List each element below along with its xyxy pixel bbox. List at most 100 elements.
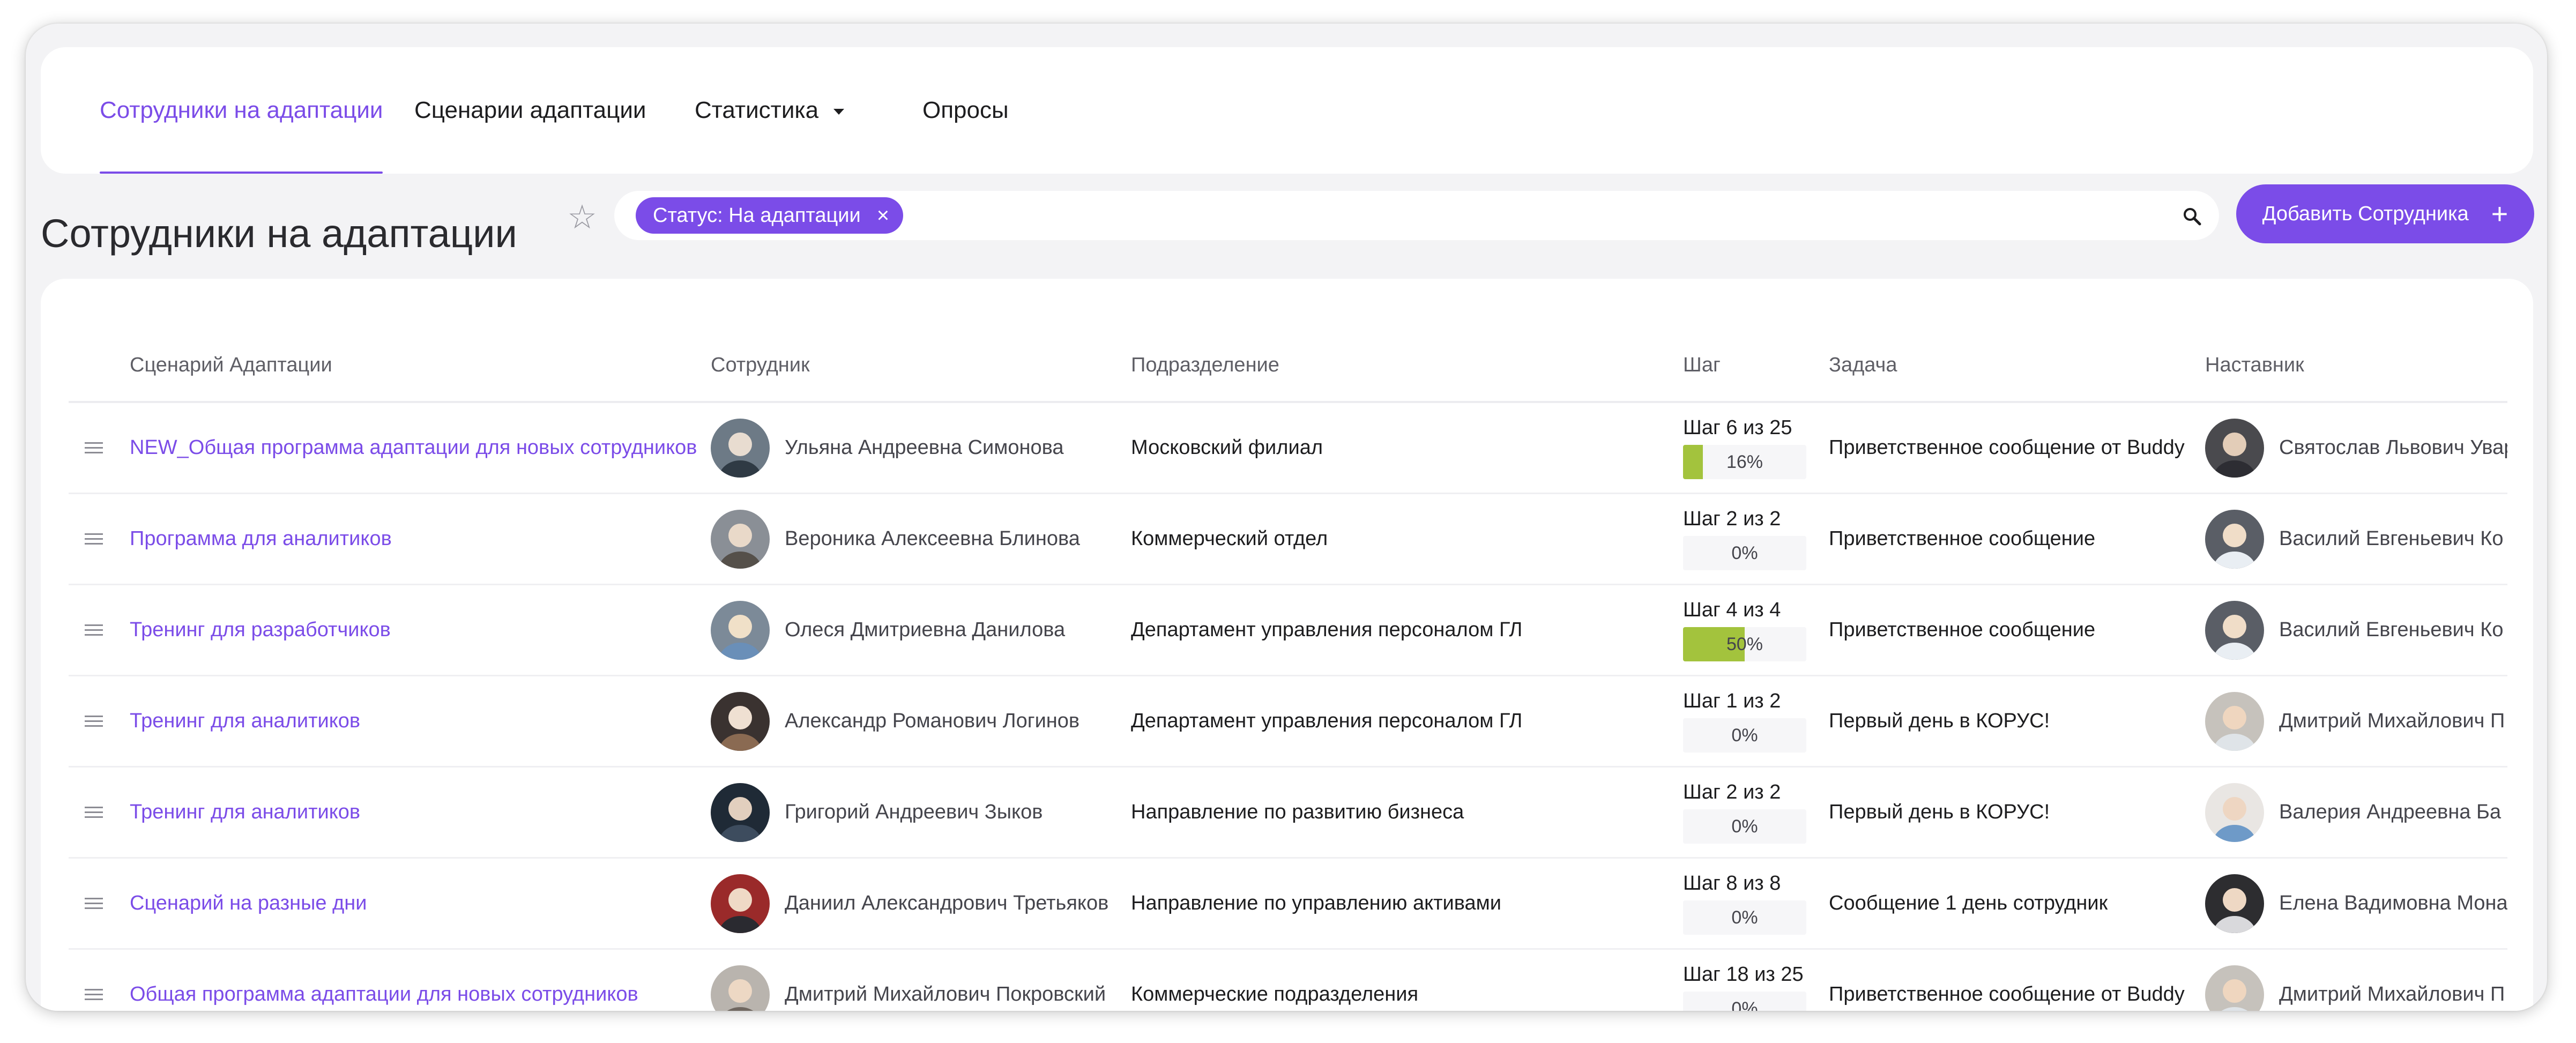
employee-name: Вероника Алексеевна Блинова: [785, 527, 1080, 550]
column-header-employee[interactable]: Сотрудник: [711, 354, 810, 377]
mentor-name: Василий Евгеньевич Ко: [2279, 619, 2504, 641]
avatar: [711, 600, 770, 660]
scenario-link[interactable]: Сценарий на разные дни: [130, 859, 367, 948]
avatar: [711, 418, 770, 478]
progress-percent: 0%: [1731, 816, 1758, 837]
department-cell: Департамент управления персоналом ГЛ: [1131, 619, 1523, 641]
column-header-task[interactable]: Задача: [1829, 354, 1897, 377]
employee-cell[interactable]: Вероника Алексеевна Блинова: [711, 494, 1080, 584]
department-cell: Направление по развитию бизнеса: [1131, 801, 1464, 823]
task-cell: Приветственное сообщение от Buddy: [1829, 436, 2185, 459]
employee-cell[interactable]: Ульяна Андреевна Симонова: [711, 403, 1064, 493]
table-row[interactable]: Тренинг для аналитиков Александр Романови…: [69, 676, 2507, 768]
column-header-department[interactable]: Подразделение: [1131, 354, 1279, 377]
tab-adaptation-scenarios[interactable]: Сценарии адаптации: [414, 47, 646, 174]
add-employee-button[interactable]: Добавить Сотрудника +: [2236, 184, 2534, 243]
scenario-link[interactable]: NEW_Общая программа адаптации для новых …: [130, 403, 697, 493]
progress-bar: 16%: [1683, 445, 1806, 479]
close-icon[interactable]: ×: [877, 204, 889, 228]
progress-bar: 0%: [1683, 809, 1806, 844]
scenario-link[interactable]: Общая программа адаптации для новых сотр…: [130, 950, 638, 1011]
department-cell: Направление по управлению активами: [1131, 892, 1502, 914]
step-cell: Шаг 2 из 2 0%: [1683, 768, 1806, 857]
employee-cell[interactable]: Даниил Александрович Третьяков: [711, 859, 1108, 948]
employee-cell[interactable]: Александр Романович Логинов: [711, 676, 1079, 766]
task-cell: Сообщение 1 день сотрудник: [1829, 892, 2108, 914]
table-row[interactable]: NEW_Общая программа адаптации для новых …: [69, 403, 2507, 494]
avatar: [711, 509, 770, 569]
mentor-cell[interactable]: Василий Евгеньевич Ко: [2205, 494, 2507, 584]
drag-handle-icon[interactable]: [85, 768, 104, 857]
search-bar: Статус: На адаптации ×: [614, 191, 2219, 240]
mentor-cell[interactable]: Дмитрий Михайлович П: [2205, 950, 2507, 1011]
tab-surveys[interactable]: Опросы: [922, 47, 1009, 174]
progress-bar: 0%: [1683, 900, 1806, 935]
mentor-name: Василий Евгеньевич Ко: [2279, 527, 2504, 550]
tab-statistics[interactable]: Статистика: [695, 47, 845, 174]
tab-employees-on-adaptation[interactable]: Сотрудники на адаптации: [100, 47, 383, 174]
drag-handle-icon[interactable]: [85, 585, 104, 675]
mentor-cell[interactable]: Елена Вадимовна Мона: [2205, 859, 2507, 948]
task-cell: Первый день в КОРУС!: [1829, 710, 2050, 732]
step-cell: Шаг 18 из 25 0%: [1683, 950, 1806, 1011]
employee-name: Олеся Дмитриевна Данилова: [785, 619, 1066, 641]
app-window: Сотрудники на адаптации Сценарии адаптац…: [26, 24, 2547, 1011]
mentor-cell[interactable]: Василий Евгеньевич Ко: [2205, 585, 2507, 675]
table-row[interactable]: Сценарий на разные дни Даниил Александров…: [69, 859, 2507, 950]
mentor-name: Святослав Львович Уваров: [2279, 436, 2507, 459]
employee-cell[interactable]: Олеся Дмитриевна Данилова: [711, 585, 1065, 675]
scenario-link[interactable]: Тренинг для аналитиков: [130, 768, 360, 857]
star-icon[interactable]: ☆: [561, 195, 604, 238]
employee-cell[interactable]: Григорий Андреевич Зыков: [711, 768, 1043, 857]
mentor-cell[interactable]: Валерия Андреевна Ба: [2205, 768, 2507, 857]
table-row[interactable]: Общая программа адаптации для новых сотр…: [69, 950, 2507, 1011]
avatar: [711, 874, 770, 933]
column-header-step[interactable]: Шаг: [1683, 354, 1721, 377]
column-header-mentor[interactable]: Наставник: [2205, 354, 2304, 377]
search-input[interactable]: [914, 199, 2149, 233]
table-row[interactable]: Тренинг для разработчиков Олеся Дмитриевн…: [69, 585, 2507, 676]
avatar: [2205, 600, 2264, 660]
progress-percent: 0%: [1731, 907, 1758, 928]
progress-bar: 50%: [1683, 627, 1806, 661]
filter-chip-status[interactable]: Статус: На адаптации ×: [636, 197, 904, 234]
search-icon[interactable]: [2183, 207, 2202, 226]
step-cell: Шаг 8 из 8 0%: [1683, 859, 1806, 948]
department-cell: Коммерческий отдел: [1131, 527, 1328, 550]
avatar: [2205, 691, 2264, 751]
step-cell: Шаг 2 из 2 0%: [1683, 494, 1806, 584]
progress-percent: 50%: [1726, 634, 1763, 654]
filter-chip-label: Статус: На адаптации: [653, 204, 861, 227]
drag-handle-icon[interactable]: [85, 403, 104, 493]
department-cell: Коммерческие подразделения: [1131, 983, 1419, 1005]
column-header-scenario[interactable]: Сценарий Адаптации: [130, 354, 332, 377]
plus-icon: +: [2491, 198, 2508, 230]
progress-percent: 16%: [1726, 451, 1763, 472]
avatar: [2205, 509, 2264, 569]
scenario-link[interactable]: Тренинг для аналитиков: [130, 676, 360, 766]
avatar: [711, 783, 770, 842]
step-label: Шаг 2 из 2: [1683, 508, 1781, 530]
drag-handle-icon[interactable]: [85, 859, 104, 948]
step-cell: Шаг 6 из 25 16%: [1683, 403, 1806, 493]
mentor-cell[interactable]: Дмитрий Михайлович П: [2205, 676, 2507, 766]
employee-name: Григорий Андреевич Зыков: [785, 801, 1043, 823]
scenario-link[interactable]: Программа для аналитиков: [130, 494, 392, 584]
task-cell: Приветственное сообщение: [1829, 619, 2096, 641]
mentor-name: Валерия Андреевна Ба: [2279, 801, 2501, 823]
mentor-name: Дмитрий Михайлович П: [2279, 983, 2505, 1005]
mentor-cell[interactable]: Святослав Львович Уваров: [2205, 403, 2507, 493]
drag-handle-icon[interactable]: [85, 676, 104, 766]
progress-percent: 0%: [1731, 542, 1758, 563]
department-cell: Московский филиал: [1131, 436, 1323, 459]
table-row[interactable]: Тренинг для аналитиков Григорий Андреевич…: [69, 768, 2507, 859]
scenario-link[interactable]: Тренинг для разработчиков: [130, 585, 391, 675]
top-nav: Сотрудники на адаптации Сценарии адаптац…: [41, 47, 2533, 174]
drag-handle-icon[interactable]: [85, 950, 104, 1011]
progress-bar: 0%: [1683, 536, 1806, 570]
task-cell: Первый день в КОРУС!: [1829, 801, 2050, 823]
drag-handle-icon[interactable]: [85, 494, 104, 584]
table-row[interactable]: Программа для аналитиков Вероника Алексее…: [69, 494, 2507, 585]
employee-cell[interactable]: Дмитрий Михайлович Покровский: [711, 950, 1106, 1011]
step-cell: Шаг 1 из 2 0%: [1683, 676, 1806, 766]
